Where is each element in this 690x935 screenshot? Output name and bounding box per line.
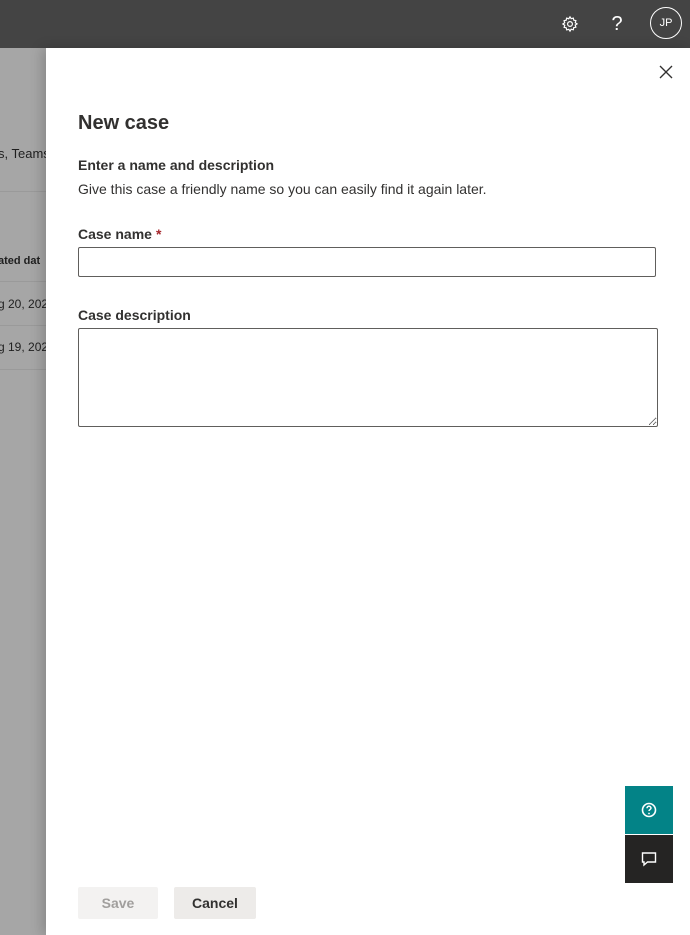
background-column-header: ated dat bbox=[0, 255, 41, 267]
settings-button[interactable] bbox=[554, 8, 586, 40]
case-name-label-text: Case name bbox=[78, 226, 152, 242]
feedback-icon bbox=[641, 852, 657, 867]
case-description-label: Case description bbox=[78, 307, 191, 323]
top-bar: ? JP bbox=[0, 0, 690, 48]
case-name-label: Case name * bbox=[78, 226, 161, 242]
help-fab-button[interactable] bbox=[625, 786, 673, 834]
required-marker: * bbox=[155, 226, 162, 242]
save-button[interactable]: Save bbox=[78, 887, 158, 919]
background-row-date: g 20, 202 bbox=[0, 297, 46, 311]
case-name-input[interactable] bbox=[78, 247, 656, 277]
gear-icon bbox=[561, 15, 579, 33]
new-case-panel: New case Enter a name and description Gi… bbox=[46, 48, 690, 935]
avatar-initials: JP bbox=[659, 17, 673, 29]
background-divider bbox=[0, 281, 46, 282]
background-text-teams: s, Teams bbox=[0, 146, 46, 161]
background-row-date: g 19, 202 bbox=[0, 340, 46, 354]
background-divider bbox=[0, 191, 46, 192]
help-button[interactable]: ? bbox=[601, 8, 633, 40]
question-icon: ? bbox=[611, 12, 623, 35]
close-button[interactable] bbox=[656, 62, 676, 82]
background-page: s, Teams ated dat g 20, 202 g 19, 202 bbox=[0, 48, 46, 935]
cancel-button[interactable]: Cancel bbox=[174, 887, 256, 919]
avatar[interactable]: JP bbox=[650, 7, 682, 39]
panel-title: New case bbox=[78, 112, 170, 134]
section-description: Give this case a friendly name so you ca… bbox=[78, 181, 487, 197]
close-icon bbox=[659, 65, 673, 79]
case-description-input[interactable] bbox=[78, 328, 658, 427]
section-heading: Enter a name and description bbox=[78, 157, 275, 173]
help-circle-icon bbox=[641, 802, 657, 818]
background-divider bbox=[0, 369, 46, 370]
feedback-fab-button[interactable] bbox=[625, 835, 673, 883]
background-divider bbox=[0, 325, 46, 326]
